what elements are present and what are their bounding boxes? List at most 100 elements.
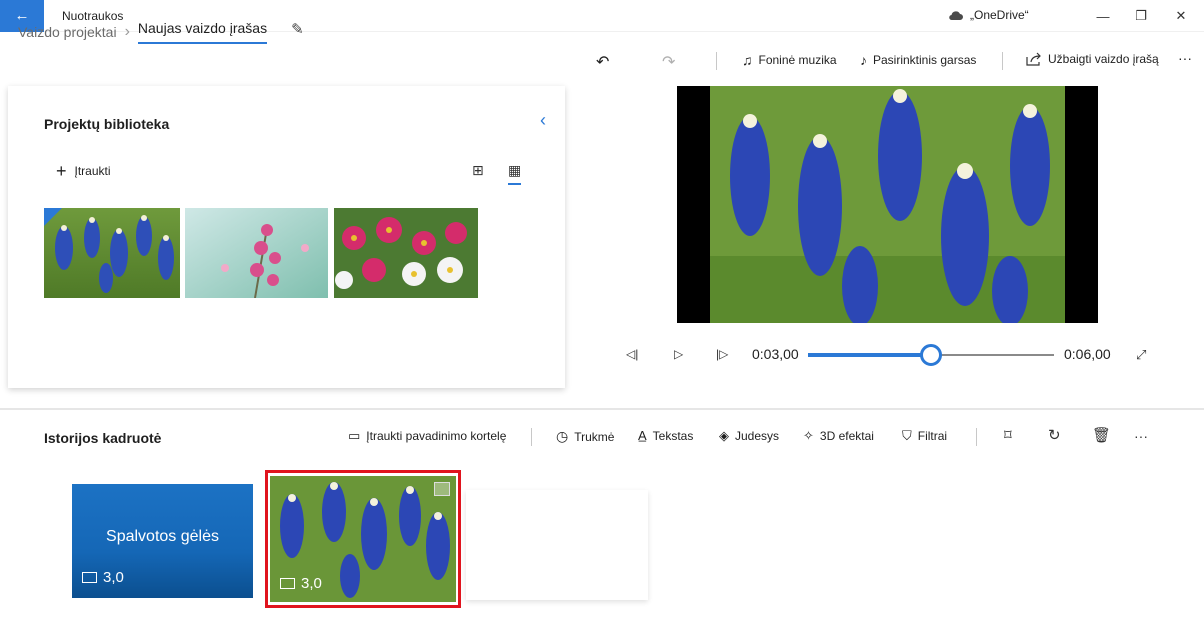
3d-effects-button[interactable]: ✧ 3D efektai: [803, 428, 874, 444]
current-time: 0:03,00: [752, 346, 799, 362]
filter-icon: ⛉: [902, 428, 912, 443]
cloud-icon: [949, 10, 963, 20]
expand-icon: ⤢: [1136, 347, 1147, 362]
breadcrumb-current-project: Naujas vaizdo įrašas: [137, 20, 268, 44]
person-audio-icon: ♪: [860, 52, 867, 68]
duration-button[interactable]: ◷ Trukmė: [556, 428, 614, 445]
pink-flower-photo: [185, 208, 328, 298]
filters-button[interactable]: ⛉ Filtrai: [902, 428, 947, 444]
step-forward-icon: |▷: [716, 347, 729, 361]
selected-clip-highlight: [265, 470, 461, 608]
pencil-icon[interactable]: ✎: [291, 20, 304, 38]
small-grid-view-button[interactable]: ▦: [508, 162, 522, 185]
add-media-button[interactable]: + Įtraukti: [56, 161, 111, 181]
minimize-icon: —: [1096, 8, 1110, 24]
step-back-icon: ◁|: [626, 347, 639, 361]
sparkle-icon: ✧: [803, 428, 814, 443]
total-time: 0:06,00: [1064, 346, 1111, 362]
onedrive-status[interactable]: „OneDrive“: [948, 8, 1029, 22]
crop-icon: ⌑: [1004, 427, 1012, 444]
library-thumbnail-pink-flowers[interactable]: [185, 208, 328, 298]
motion-button[interactable]: ◈ Judesys: [719, 428, 779, 444]
collapse-panel-button[interactable]: ‹: [540, 110, 546, 131]
toolbar-divider: [716, 52, 717, 70]
close-button[interactable]: ✕: [1158, 0, 1204, 32]
toolbar-divider: [1002, 52, 1003, 70]
clip-duration: 3,0: [82, 569, 124, 586]
text-label: Tekstas: [652, 428, 694, 443]
section-divider: [0, 408, 1204, 410]
project-library-panel: Projektų biblioteka ‹ + Įtraukti ⊞ ▦: [8, 86, 565, 388]
breadcrumb-video-projects[interactable]: Vaizdo projektai: [18, 24, 117, 40]
restore-icon: ❐: [1135, 8, 1147, 23]
redo-button[interactable]: ↷: [662, 52, 675, 72]
more-icon: ···: [1134, 428, 1148, 444]
plus-icon: +: [56, 161, 67, 181]
storyboard-title-card[interactable]: Spalvotos gėlės 3,0: [72, 484, 253, 598]
video-preview[interactable]: [677, 86, 1098, 323]
delete-button[interactable]: 🗑: [1092, 426, 1111, 444]
add-title-card-button[interactable]: ▭ Įtraukti pavadinimo kortelę: [348, 428, 506, 444]
add-media-label: Įtraukti: [74, 164, 111, 178]
storyboard-title: Istorijos kadruotė: [44, 430, 162, 446]
rotate-icon: ↻: [1048, 427, 1061, 444]
crop-button[interactable]: ⌑: [1004, 426, 1012, 444]
storyboard-more-button[interactable]: ···: [1134, 428, 1148, 444]
seek-bar[interactable]: [808, 344, 1054, 366]
library-thumbnail-bluebonnets[interactable]: [44, 208, 180, 298]
chevron-left-icon: ‹: [540, 110, 546, 130]
play-icon: ▷: [674, 347, 684, 361]
close-icon: ✕: [1175, 8, 1187, 23]
clip-duration-value: 3,0: [103, 569, 124, 586]
text-icon: A̲: [638, 428, 647, 443]
motion-label: Judesys: [735, 429, 780, 443]
chevron-right-icon: ›: [124, 23, 130, 40]
3d-effects-label: 3D efektai: [819, 429, 874, 443]
finish-video-label: Užbaigti vaizdo įrašą: [1048, 52, 1159, 66]
duration-label: Trukmė: [574, 429, 615, 444]
share-icon: [1026, 52, 1041, 66]
title-card-icon: ▭: [348, 428, 361, 443]
trash-icon: 🗑: [1092, 427, 1112, 444]
empty-storyboard-slot[interactable]: [466, 490, 648, 600]
custom-audio-label: Pasirinktinis garsas: [873, 53, 977, 67]
project-library-title: Projektų biblioteka: [44, 116, 170, 132]
undo-button[interactable]: ↶: [596, 52, 609, 72]
seek-progress: [808, 353, 931, 357]
clock-icon: ◷: [556, 428, 569, 444]
rotate-button[interactable]: ↻: [1048, 426, 1061, 444]
motion-icon: ◈: [719, 428, 729, 443]
more-options-button[interactable]: ···: [1178, 50, 1192, 66]
large-grid-view-button[interactable]: ⊞: [472, 162, 484, 179]
redo-icon: ↷: [662, 54, 676, 71]
text-button[interactable]: A̲ Tekstas: [638, 428, 693, 443]
step-back-button[interactable]: ◁|: [626, 347, 638, 361]
playback-controls: ◁| ▷ |▷ 0:03,00 0:06,00 ⤢: [620, 344, 1160, 368]
bluebonnet-photo-large: [710, 86, 1065, 323]
custom-audio-button[interactable]: ♪ Pasirinktinis garsas: [860, 52, 976, 68]
background-music-label: Foninė muzika: [758, 53, 837, 67]
seek-thumb[interactable]: [920, 344, 942, 366]
onedrive-label: „OneDrive“: [970, 8, 1029, 22]
storyboard-divider: [531, 428, 532, 446]
filters-label: Filtrai: [917, 429, 948, 443]
grid-large-icon: ⊞: [472, 162, 484, 178]
title-card-type-icon: [82, 572, 97, 583]
storyboard-divider: [976, 428, 977, 446]
background-music-button[interactable]: ♫ Foninė muzika: [742, 52, 837, 68]
finish-video-button[interactable]: Užbaigti vaizdo įrašą: [1026, 52, 1159, 66]
step-forward-button[interactable]: |▷: [716, 347, 728, 361]
add-title-card-label: Įtraukti pavadinimo kortelę: [366, 429, 507, 443]
library-thumbnail-daisies[interactable]: [334, 208, 478, 298]
play-button[interactable]: ▷: [674, 347, 683, 361]
undo-icon: ↶: [596, 54, 610, 71]
bluebonnet-photo: [44, 208, 180, 298]
breadcrumb: Vaizdo projektai › Naujas vaizdo įrašas …: [18, 20, 304, 44]
music-note-icon: ♫: [742, 52, 753, 68]
preview-frame: [710, 86, 1065, 323]
more-icon: ···: [1178, 50, 1192, 66]
fullscreen-button[interactable]: ⤢: [1136, 347, 1146, 363]
daisy-photo: [334, 208, 478, 298]
grid-small-icon: ▦: [508, 162, 522, 178]
in-use-badge: [44, 208, 62, 226]
